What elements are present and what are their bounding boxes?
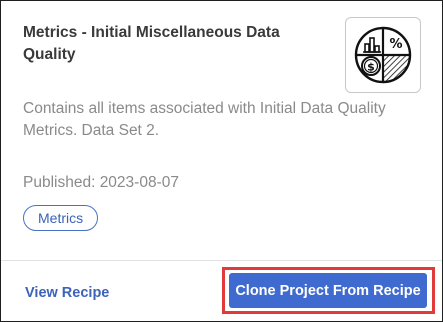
metrics-pie-chart-icon: % $ — [354, 26, 412, 84]
tag-metrics[interactable]: Metrics — [23, 205, 99, 231]
view-recipe-link[interactable]: View Recipe — [25, 283, 109, 303]
recipe-thumbnail: % $ — [345, 17, 421, 93]
card-description: Contains all items associated with Initi… — [23, 100, 386, 139]
card-title: Metrics - Initial Miscellaneous Data Qua… — [23, 24, 280, 63]
published-date: Published: 2023-08-07 — [23, 174, 179, 191]
footer-divider — [1, 260, 442, 261]
clone-project-button[interactable]: Clone Project From Recipe — [229, 273, 427, 308]
svg-text:%: % — [389, 37, 402, 52]
svg-text:$: $ — [367, 61, 375, 74]
recipe-card: Metrics - Initial Miscellaneous Data Qua… — [0, 0, 443, 322]
